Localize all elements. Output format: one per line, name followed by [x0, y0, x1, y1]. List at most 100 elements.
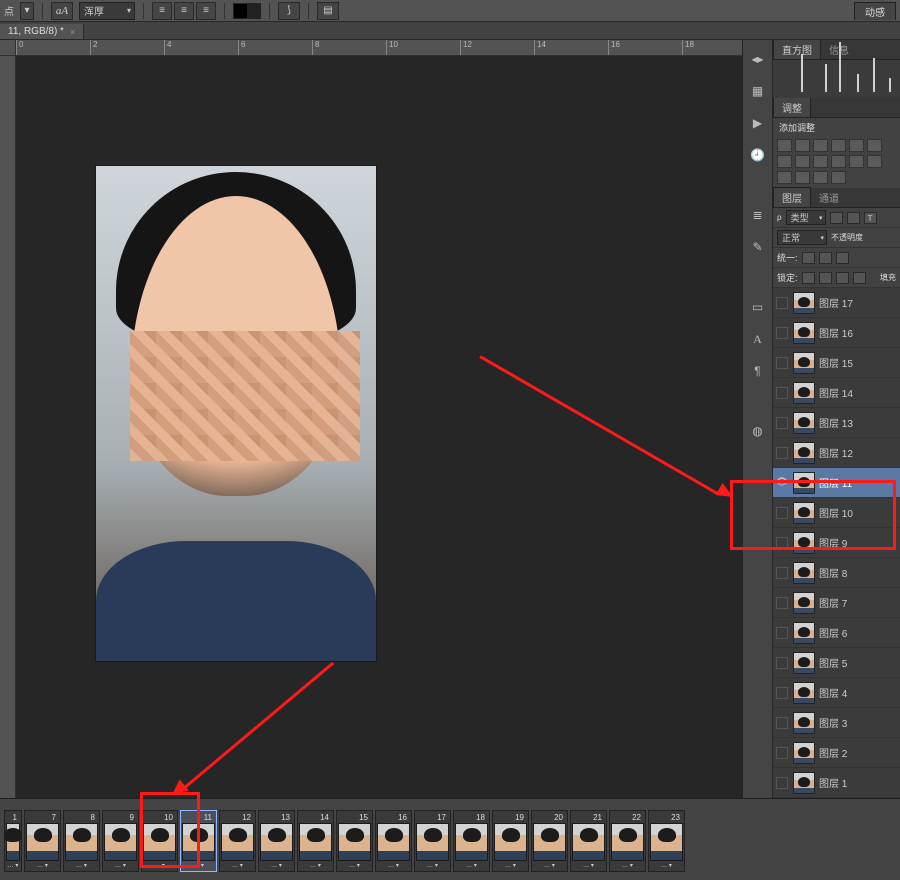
visibility-toggle-icon[interactable] — [775, 446, 789, 460]
layer-thumbnail[interactable] — [793, 682, 815, 704]
frame-thumbnail[interactable] — [260, 823, 293, 861]
frame-thumbnail[interactable] — [572, 823, 605, 861]
frame-thumbnail[interactable] — [221, 823, 254, 861]
visibility-toggle-icon[interactable] — [775, 566, 789, 580]
layer-name[interactable]: 图层 15 — [819, 355, 853, 370]
frame-thumbnail[interactable] — [455, 823, 488, 861]
layer-name[interactable]: 图层 2 — [819, 745, 847, 760]
filter-type-icon[interactable]: T — [864, 212, 877, 224]
visibility-toggle-icon[interactable] — [775, 416, 789, 430]
animation-timeline[interactable]: 1...7...8...9...10...11...12...13...14..… — [0, 798, 900, 880]
layer-thumbnail[interactable] — [793, 562, 815, 584]
frame-delay[interactable]: ... — [544, 862, 555, 869]
frame-delay[interactable]: ... — [661, 862, 672, 869]
tab-channels[interactable]: 通道 — [811, 188, 847, 207]
visibility-toggle-icon[interactable] — [775, 386, 789, 400]
adj-gradmap-icon[interactable] — [813, 171, 828, 184]
blend-mode-select[interactable]: 正常 — [777, 230, 827, 245]
lock-pos-icon[interactable] — [836, 272, 849, 284]
layer-name[interactable]: 图层 1 — [819, 775, 847, 790]
timeline-frame[interactable]: 17... — [414, 810, 451, 872]
adj-curves-icon[interactable] — [813, 139, 828, 152]
align-center-icon[interactable]: ≡ — [174, 2, 194, 20]
timeline-frame[interactable]: 13... — [258, 810, 295, 872]
lock-all-icon[interactable] — [853, 272, 866, 284]
timeline-frame[interactable]: 1... — [4, 810, 22, 872]
adj-lookup-icon[interactable] — [849, 155, 864, 168]
adj-exposure-icon[interactable] — [831, 139, 846, 152]
frame-delay[interactable]: ... — [193, 862, 204, 869]
layer-thumbnail[interactable] — [793, 442, 815, 464]
timeline-frame[interactable]: 9... — [102, 810, 139, 872]
layer-thumbnail[interactable] — [793, 292, 815, 314]
point-dropdown-icon[interactable]: ▾ — [20, 2, 34, 20]
layer-filter-kind[interactable]: 类型 — [786, 210, 826, 225]
layer-name[interactable]: 图层 4 — [819, 685, 847, 700]
visibility-toggle-icon[interactable] — [775, 656, 789, 670]
frame-delay[interactable]: ... — [115, 862, 126, 869]
lock-pixel-icon[interactable] — [819, 272, 832, 284]
adj-thresh-icon[interactable] — [795, 171, 810, 184]
adj-photo-icon[interactable] — [813, 155, 828, 168]
timeline-frame[interactable]: 18... — [453, 810, 490, 872]
adj-colbal-icon[interactable] — [777, 155, 792, 168]
play-icon[interactable]: ▶ — [747, 114, 769, 132]
align-right-icon[interactable]: ≡ — [196, 2, 216, 20]
frame-thumbnail[interactable] — [533, 823, 566, 861]
frame-thumbnail[interactable] — [65, 823, 98, 861]
frame-delay[interactable]: ... — [271, 862, 282, 869]
brush-icon[interactable]: ✎ — [747, 238, 769, 256]
character-icon[interactable]: A — [747, 330, 769, 348]
timeline-frame[interactable]: 14... — [297, 810, 334, 872]
layer-name[interactable]: 图层 12 — [819, 445, 853, 460]
frame-thumbnail[interactable] — [182, 823, 215, 861]
visibility-toggle-icon[interactable] — [775, 506, 789, 520]
frame-thumbnail[interactable] — [494, 823, 527, 861]
frame-delay[interactable]: ... — [310, 862, 321, 869]
adj-invert-icon[interactable] — [867, 155, 882, 168]
layer-row[interactable]: 图层 9 — [773, 528, 900, 558]
frame-delay[interactable]: ... — [232, 862, 243, 869]
paragraph-icon[interactable]: ¶ — [747, 362, 769, 380]
frame-delay[interactable]: ... — [622, 862, 633, 869]
timeline-frame[interactable]: 8... — [63, 810, 100, 872]
visibility-toggle-icon[interactable]: 👁 — [775, 476, 789, 490]
layer-row[interactable]: 👁图层 11 — [773, 468, 900, 498]
canvas-image[interactable] — [96, 166, 376, 661]
frame-delay[interactable]: ... — [466, 862, 477, 869]
layer-thumbnail[interactable] — [793, 742, 815, 764]
layer-row[interactable]: 图层 3 — [773, 708, 900, 738]
layer-row[interactable]: 图层 16 — [773, 318, 900, 348]
frame-thumbnail[interactable] — [611, 823, 644, 861]
timeline-frame[interactable]: 23... — [648, 810, 685, 872]
layer-name[interactable]: 图层 5 — [819, 655, 847, 670]
layer-thumbnail[interactable] — [793, 352, 815, 374]
timeline-frame[interactable]: 21... — [570, 810, 607, 872]
visibility-toggle-icon[interactable] — [775, 596, 789, 610]
adj-hue-icon[interactable] — [867, 139, 882, 152]
frame-delay[interactable]: ... — [37, 862, 48, 869]
layer-row[interactable]: 图层 5 — [773, 648, 900, 678]
layer-thumbnail[interactable] — [793, 322, 815, 344]
layer-name[interactable]: 图层 8 — [819, 565, 847, 580]
adj-chmix-icon[interactable] — [831, 155, 846, 168]
visibility-toggle-icon[interactable] — [775, 686, 789, 700]
layer-row[interactable]: 图层 6 — [773, 618, 900, 648]
tab-adjustments[interactable]: 调整 — [773, 97, 811, 117]
layer-list[interactable]: 图层 17图层 16图层 15图层 14图层 13图层 12👁图层 11图层 1… — [773, 288, 900, 798]
layer-row[interactable]: 图层 14 — [773, 378, 900, 408]
timeline-frame[interactable]: 19... — [492, 810, 529, 872]
timeline-frame[interactable]: 10... — [141, 810, 178, 872]
align-left-icon[interactable]: ≡ — [152, 2, 172, 20]
layer-name[interactable]: 图层 6 — [819, 625, 847, 640]
ruler-tool-icon[interactable]: ▭ — [747, 298, 769, 316]
visibility-toggle-icon[interactable] — [775, 626, 789, 640]
layer-name[interactable]: 图层 7 — [819, 595, 847, 610]
layer-row[interactable]: 图层 7 — [773, 588, 900, 618]
adj-bw-icon[interactable] — [795, 155, 810, 168]
3d-icon[interactable]: ◍ — [747, 422, 769, 440]
timeline-frame[interactable]: 11... — [180, 810, 217, 872]
panel-tab-motion[interactable]: 动感 — [854, 2, 896, 20]
frame-thumbnail[interactable] — [377, 823, 410, 861]
filter-pixel-icon[interactable] — [830, 212, 843, 224]
